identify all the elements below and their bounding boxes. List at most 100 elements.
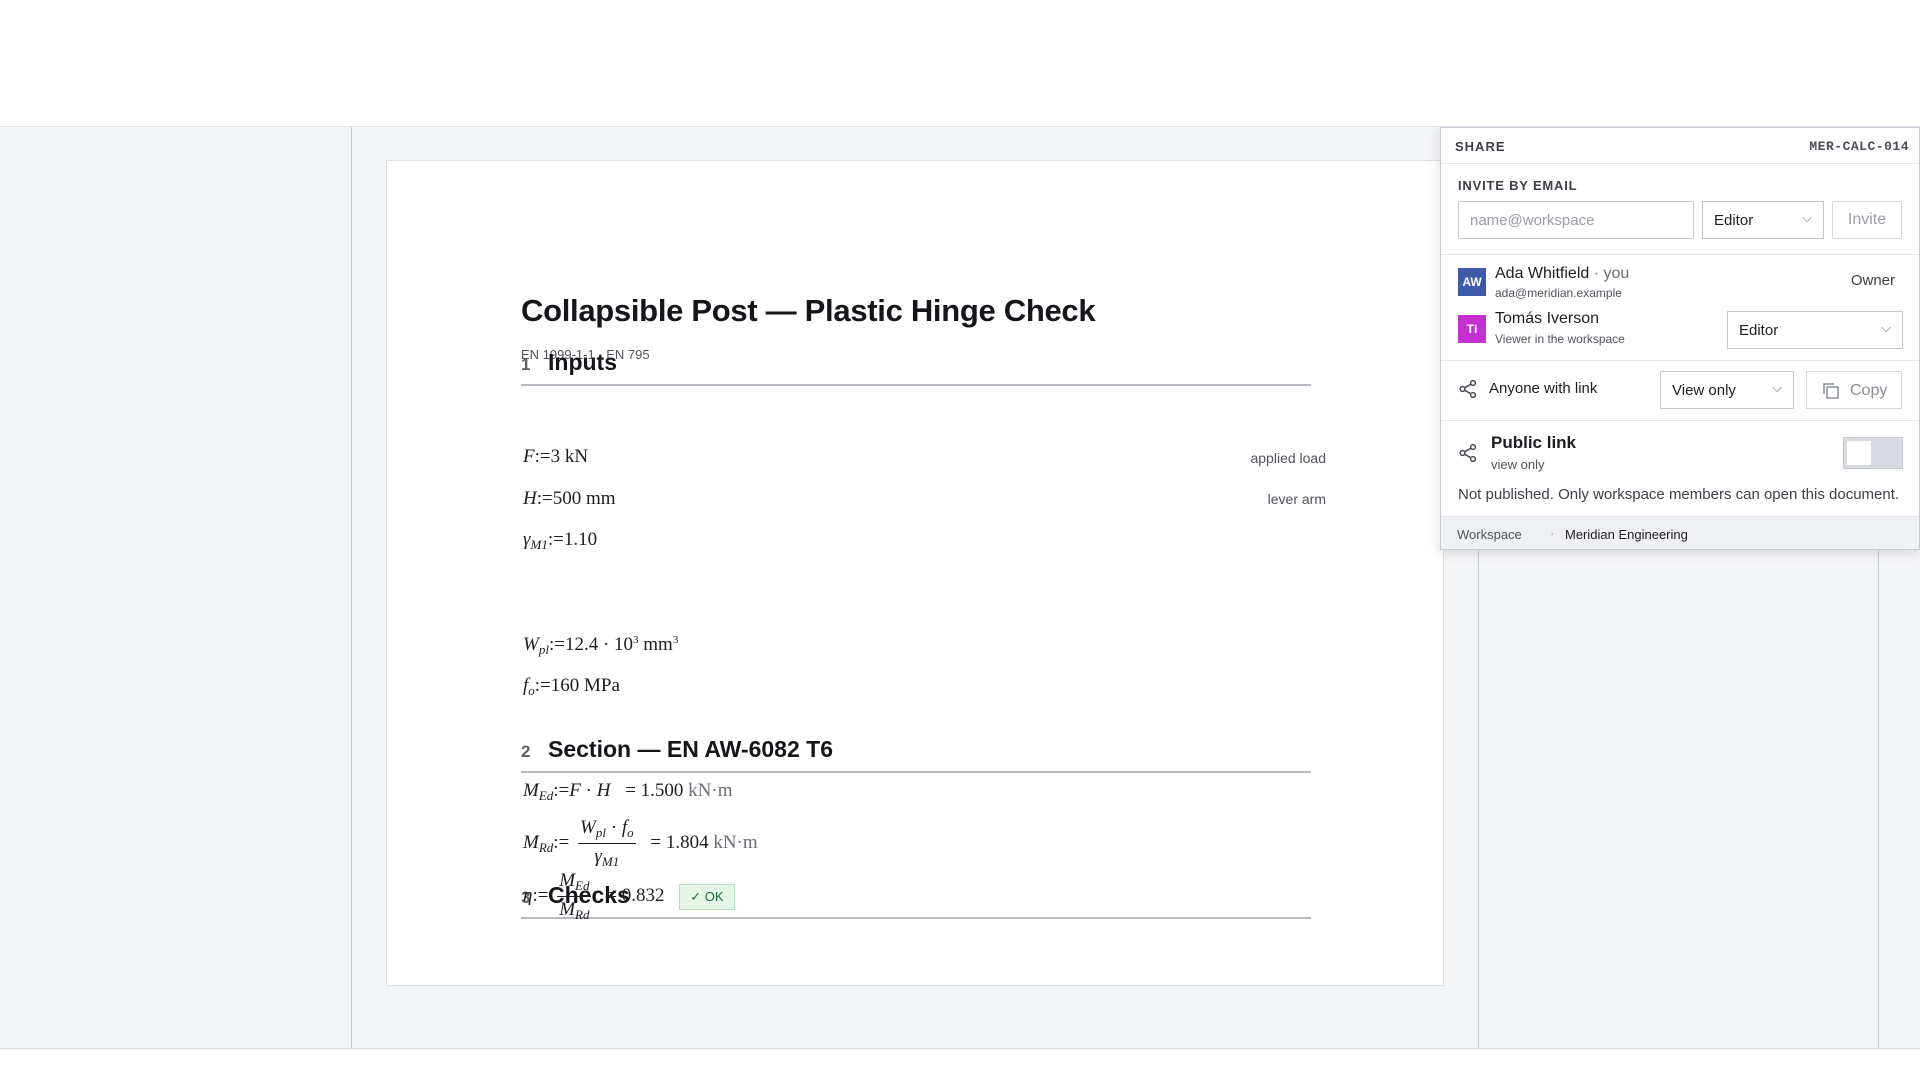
fraction-numerator: Wpl · fo [578, 817, 636, 844]
copy-icon [1823, 383, 1839, 399]
note-lever-arm: lever arm [1267, 491, 1326, 507]
divider [1441, 420, 1919, 421]
fraction: Wpl · fo γM1 [578, 817, 636, 870]
document-page: Collapsible Post — Plastic Hinge Check E… [386, 160, 1444, 986]
link-access-label: Anyone with link [1489, 380, 1598, 397]
equation-MEd[interactable]: MEd:=F · H = 1.500 kN·m [523, 780, 733, 804]
eq-symbol: F [523, 446, 535, 467]
share-nodes-icon [1459, 443, 1477, 463]
eq-equals: = [650, 831, 662, 853]
eq-term: M [559, 870, 576, 891]
member-role: Owner [1850, 272, 1895, 289]
share-footer: Workspace · Meridian Engineering [1441, 516, 1919, 549]
eq-assign: := [553, 780, 570, 801]
eq-term: M [559, 899, 576, 920]
link-access-select[interactable]: View only ⌵ [1660, 371, 1794, 409]
eq-subscript: Rd [575, 907, 590, 922]
chevron-down-icon: ⌵ [1881, 320, 1891, 335]
avatar: TI [1458, 315, 1486, 343]
section-title: Section — EN AW-6082 T6 [548, 736, 833, 762]
invite-button[interactable]: Invite [1832, 201, 1902, 239]
eq-unit: kN·m [688, 780, 733, 801]
equation-F[interactable]: F:=3 kN [523, 446, 588, 468]
member-email: ada@meridian.example [1495, 286, 1622, 300]
eq-result: 0.832 [621, 884, 665, 906]
document-title: Collapsible Post — Plastic Hinge Check [521, 293, 1096, 328]
eq-value: 500 mm [552, 488, 616, 509]
public-link-title: Public link [1491, 433, 1577, 452]
chevron-down-icon: ⌵ [1802, 210, 1812, 225]
status-bar [0, 1048, 1920, 1080]
section-number: 1 [521, 355, 531, 374]
footer-separator: · [1550, 526, 1555, 541]
section-title: Inputs [548, 349, 617, 375]
member-name: Ada Whitfield · you [1495, 265, 1629, 283]
equation-MRd[interactable]: MRd:= Wpl · fo γM1 = 1.804 kN·m [523, 817, 758, 870]
fraction-denominator: MRd [557, 897, 591, 923]
copy-link-button[interactable]: Copy [1806, 371, 1902, 409]
invite-email-input[interactable] [1458, 201, 1694, 239]
eq-symbol: M [523, 780, 539, 801]
equation-Wpl[interactable]: Wpl:=12.4 · 103 mm3 [523, 634, 678, 658]
eq-subscript: Ed [538, 788, 554, 803]
section-number: 2 [521, 742, 531, 761]
invite-role-select[interactable]: Editor ⌵ [1702, 201, 1824, 239]
equation-eta[interactable]: η:= MEd MRd = 0.832 ✓ OK [523, 870, 735, 923]
eq-assign: := [532, 884, 549, 906]
fraction-numerator: MEd [557, 870, 592, 897]
eq-result: 1.500 [640, 780, 684, 801]
document-id: MER-CALC-014 [1809, 139, 1909, 154]
share-header: SHARE MER-CALC-014 [1441, 128, 1919, 164]
status-badge-label: OK [704, 888, 724, 904]
eq-assign: := [548, 634, 565, 655]
eq-equals: = [625, 780, 636, 801]
eq-value: 160 MPa [550, 675, 620, 696]
eq-subscript: M1 [530, 537, 548, 552]
fraction-denominator: γM1 [578, 844, 636, 870]
footer-label: Workspace [1457, 527, 1522, 542]
eq-unit: mm [638, 634, 673, 655]
check-icon: ✓ [690, 888, 702, 904]
public-link-toggle[interactable] [1843, 437, 1903, 469]
eq-value: 1.10 [563, 529, 598, 550]
publish-status-note: Not published. Only workspace members ca… [1458, 486, 1900, 503]
member-role-select[interactable]: Editor ⌵ [1727, 311, 1903, 349]
eq-term: W [580, 817, 596, 838]
status-badge-ok: ✓ OK [679, 883, 735, 910]
member-you-suffix: · you [1589, 265, 1630, 282]
eq-subscript: Ed [575, 878, 590, 893]
eq-subscript: M1 [601, 854, 620, 869]
share-nodes-icon [1459, 379, 1477, 399]
eq-symbol: γ [523, 529, 531, 550]
eq-subscript: o [627, 825, 634, 840]
member-name-text: Ada Whitfield [1495, 265, 1590, 282]
eq-subscript: pl [595, 825, 606, 840]
note-applied-load: applied load [1250, 450, 1326, 466]
eq-symbol: M [523, 831, 539, 853]
eq-subscript: pl [538, 642, 549, 657]
eq-assign: := [547, 529, 564, 550]
eq-symbol: H [523, 488, 537, 509]
eq-subscript: Rd [538, 839, 554, 855]
equation-gamma-M1[interactable]: γM1:=1.10 [523, 529, 597, 553]
link-access-value: View only [1672, 382, 1736, 399]
equation-H[interactable]: H:=500 mm [523, 488, 616, 510]
eq-assign: := [534, 675, 551, 696]
eq-term: F [569, 780, 581, 801]
eq-assign: := [553, 831, 570, 853]
divider [1441, 360, 1919, 361]
share-popover: SHARE MER-CALC-014 INVITE BY EMAIL Edito… [1440, 127, 1920, 550]
eq-unit-exponent: 3 [672, 634, 679, 646]
eq-equals: = [606, 884, 617, 906]
eq-term: γ [594, 846, 602, 867]
section-heading-section: 2 Section — EN AW-6082 T6 [521, 736, 1311, 773]
public-link-subtitle: view only [1491, 457, 1545, 472]
equation-fo[interactable]: fo:=160 MPa [523, 675, 620, 699]
invite-label: INVITE BY EMAIL [1458, 178, 1578, 193]
copy-label: Copy [1850, 382, 1888, 399]
member-name: Tomás Iverson [1495, 310, 1600, 327]
invite-role-value: Editor [1714, 212, 1754, 229]
eq-term: H [596, 780, 611, 801]
eq-unit: kN·m [713, 831, 758, 853]
eq-value: 3 kN [550, 446, 589, 467]
